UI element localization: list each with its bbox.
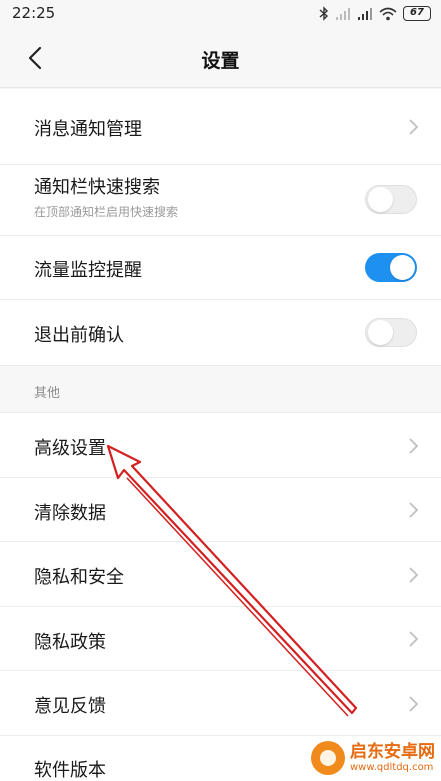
chevron-right-icon <box>409 696 419 712</box>
settings-item-label: 意见反馈 <box>34 696 106 717</box>
toggle-knob <box>368 320 393 345</box>
wifi-icon <box>379 7 397 20</box>
status-time: 22:25 <box>12 4 56 22</box>
chevron-right-icon <box>409 502 419 518</box>
watermark-url: www.qdltdq.com <box>350 761 434 773</box>
settings-item-feedback[interactable]: 意见反馈 <box>0 671 441 736</box>
page-title: 设置 <box>201 50 240 72</box>
settings-item-clear-data[interactable]: 清除数据 <box>0 478 441 542</box>
watermark-logo-icon <box>311 741 345 775</box>
settings-item-traffic-alert[interactable]: 流量监控提醒 <box>0 236 441 300</box>
settings-item-sub: 在顶部通知栏启用快速搜索 <box>34 205 179 219</box>
status-bar: 22:25 67 <box>0 0 441 28</box>
header: 设置 <box>0 28 441 88</box>
signal-icon <box>358 7 372 20</box>
settings-item-privacy-security[interactable]: 隐私和安全 <box>0 542 441 607</box>
exit-confirm-toggle[interactable] <box>365 318 417 347</box>
status-icons: 67 <box>319 6 431 21</box>
watermark: 启东安卓网 www.qdltdq.com <box>311 741 435 775</box>
chevron-right-icon <box>409 438 419 454</box>
settings-item-label: 流量监控提醒 <box>34 260 142 281</box>
chevron-right-icon <box>409 567 419 583</box>
settings-item-label: 隐私政策 <box>34 632 106 653</box>
traffic-alert-toggle[interactable] <box>365 253 417 282</box>
quick-search-toggle[interactable] <box>365 185 417 214</box>
settings-item-label: 软件版本 <box>34 760 106 781</box>
settings-item-privacy-policy[interactable]: 隐私政策 <box>0 607 441 671</box>
chevron-right-icon <box>409 119 419 135</box>
settings-item-label: 清除数据 <box>34 503 106 524</box>
settings-item-advanced[interactable]: 高级设置 <box>0 413 441 478</box>
toggle-knob <box>390 255 415 280</box>
settings-item-label: 消息通知管理 <box>34 119 142 140</box>
bluetooth-icon <box>319 6 329 21</box>
settings-item-label: 隐私和安全 <box>34 567 124 588</box>
toggle-knob <box>368 187 393 212</box>
settings-item-label: 高级设置 <box>34 438 106 459</box>
signal-icon <box>336 7 350 20</box>
settings-item-label: 通知栏快速搜索 <box>34 177 160 198</box>
settings-list: 消息通知管理 通知栏快速搜索 在顶部通知栏启用快速搜索 流量监控提醒 退出前确认… <box>0 89 441 781</box>
watermark-name: 启东安卓网 <box>350 741 435 762</box>
settings-item-notify-manage[interactable]: 消息通知管理 <box>0 89 441 165</box>
battery-icon: 67 <box>403 6 431 21</box>
section-title: 其他 <box>34 386 61 401</box>
section-header-other: 其他 <box>0 366 441 413</box>
settings-item-quick-search[interactable]: 通知栏快速搜索 在顶部通知栏启用快速搜索 <box>0 165 441 236</box>
chevron-right-icon <box>409 631 419 647</box>
settings-item-exit-confirm[interactable]: 退出前确认 <box>0 300 441 366</box>
settings-item-label: 退出前确认 <box>34 325 124 346</box>
